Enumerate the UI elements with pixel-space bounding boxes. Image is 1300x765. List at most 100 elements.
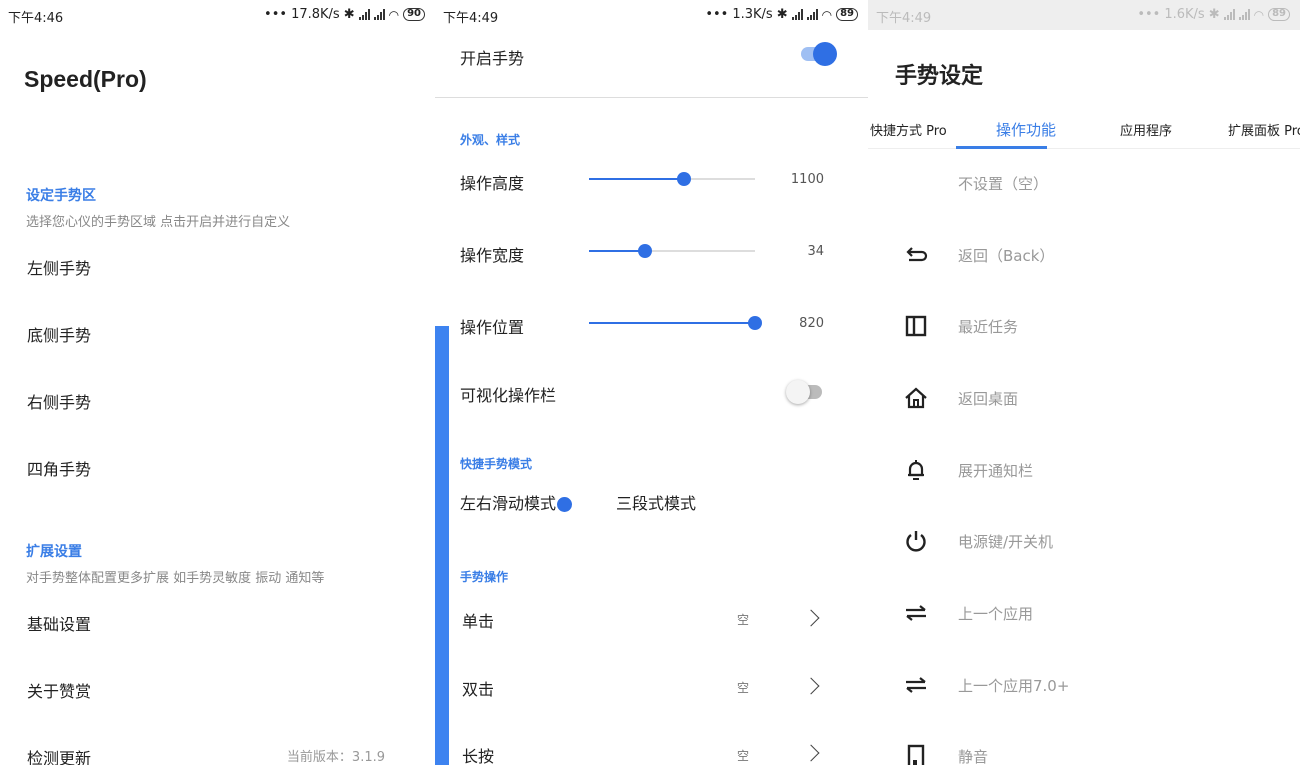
- slider-value-position: 820: [799, 316, 824, 331]
- section-heading-extension: 扩展设置: [26, 544, 82, 560]
- status-speed: 1.3K/s: [732, 7, 773, 22]
- position-slider[interactable]: [589, 316, 762, 330]
- action-label: 静音: [958, 748, 989, 765]
- switch-app-icon: [906, 677, 926, 693]
- status-speed: 17.8K/s: [291, 7, 340, 22]
- visual-bar-label: 可视化操作栏: [460, 386, 557, 405]
- signal-icon: [791, 9, 803, 20]
- action-label: 上一个应用: [958, 605, 1034, 623]
- action-item-previous-app[interactable]: 上一个应用: [868, 593, 1300, 633]
- action-label: 电源键/开关机: [958, 533, 1054, 551]
- menu-item-left-gesture[interactable]: 左侧手势: [27, 255, 91, 279]
- action-item-previous-app-7[interactable]: 上一个应用7.0+: [868, 665, 1300, 705]
- scroll-indicator[interactable]: [435, 326, 449, 765]
- wifi-icon: ◠: [388, 7, 400, 22]
- action-label: 返回（Back）: [958, 247, 1055, 265]
- recents-icon: [905, 315, 927, 337]
- status-bar: 下午4:49 ••• 1.6K/s ✱ ◠ 89: [868, 0, 1300, 30]
- slider-label-height: 操作高度: [460, 174, 525, 193]
- status-speed: 1.6K/s: [1164, 7, 1205, 22]
- section-heading-operations: 手势操作: [460, 570, 509, 584]
- status-time: 下午4:49: [876, 11, 932, 26]
- section-heading-gesture-area: 设定手势区: [26, 188, 96, 204]
- status-bar: 下午4:46 ••• 17.8K/s ✱ ◠ 90: [0, 0, 435, 30]
- tab-applications[interactable]: 应用程序: [1120, 120, 1172, 139]
- status-dots: •••: [264, 7, 288, 22]
- action-item-none[interactable]: 不设置（空）: [868, 163, 1300, 203]
- action-item-power[interactable]: 电源键/开关机: [868, 521, 1300, 561]
- chevron-right-icon: [802, 677, 820, 695]
- panel-gesture-actions: 下午4:49 ••• 1.6K/s ✱ ◠ 89 手势设定 快捷方式 Pro 操…: [868, 0, 1300, 765]
- battery-icon: 89: [1268, 8, 1290, 21]
- status-time: 下午4:49: [443, 11, 499, 26]
- operation-value: 空: [737, 613, 750, 627]
- width-slider[interactable]: [589, 244, 755, 258]
- status-time: 下午4:46: [8, 11, 64, 26]
- page-title: 手势设定: [895, 64, 984, 89]
- active-tab-indicator: [956, 146, 1047, 149]
- signal-icon: [806, 9, 818, 20]
- section-subtitle-extension: 对手势整体配置更多扩展 如手势灵敏度 振动 通知等: [26, 571, 325, 586]
- menu-item-right-gesture[interactable]: 右侧手势: [27, 389, 91, 413]
- back-icon: [906, 247, 928, 262]
- status-dots: •••: [705, 7, 729, 22]
- menu-item-check-update[interactable]: 检测更新: [27, 745, 91, 765]
- operation-label: 单击: [462, 612, 495, 631]
- slider-knob[interactable]: [676, 172, 691, 186]
- action-label: 不设置（空）: [958, 175, 1049, 193]
- home-icon: [905, 387, 927, 409]
- bluetooth-icon: ✱: [776, 7, 788, 22]
- signal-icon: [1223, 9, 1235, 20]
- tab-shortcuts-pro[interactable]: 快捷方式 Pro: [870, 120, 947, 139]
- enable-gesture-label: 开启手势: [460, 49, 525, 68]
- chevron-right-icon: [802, 744, 820, 762]
- wifi-icon: ◠: [1253, 7, 1265, 22]
- bell-icon: [908, 460, 924, 480]
- slider-value-width: 34: [807, 244, 824, 259]
- panel-home: 下午4:46 ••• 17.8K/s ✱ ◠ 90 Speed(Pro) 设定手…: [0, 0, 435, 765]
- menu-item-about[interactable]: 关于赞赏: [27, 678, 91, 702]
- signal-icon: [1238, 9, 1250, 20]
- status-bar: 下午4:49 ••• 1.3K/s ✱ ◠ 89: [435, 0, 868, 30]
- tab-operations[interactable]: 操作功能: [996, 119, 1056, 140]
- mode-swipe-left-right[interactable]: 左右滑动模式: [460, 490, 556, 514]
- action-item-recents[interactable]: 最近任务: [868, 306, 1300, 346]
- height-slider[interactable]: [589, 172, 755, 186]
- mode-three-segment[interactable]: 三段式模式: [616, 490, 696, 514]
- battery-icon: 89: [836, 8, 858, 21]
- slider-label-position: 操作位置: [460, 318, 525, 337]
- section-heading-quick-mode: 快捷手势模式: [460, 457, 533, 471]
- mute-icon: [907, 744, 925, 765]
- power-icon: [906, 531, 926, 552]
- mode-selected-indicator: [557, 497, 572, 512]
- slider-label-width: 操作宽度: [460, 246, 525, 265]
- switch-app-icon: [906, 605, 926, 621]
- status-dots: •••: [1137, 7, 1161, 22]
- action-item-notifications[interactable]: 展开通知栏: [868, 450, 1300, 490]
- menu-item-bottom-gesture[interactable]: 底侧手势: [27, 322, 91, 346]
- operation-label: 双击: [462, 680, 495, 699]
- action-item-mute[interactable]: 静音: [868, 736, 1300, 765]
- tab-extension-panel-pro[interactable]: 扩展面板 Pro: [1228, 120, 1300, 139]
- app-title: Speed(Pro): [24, 66, 147, 92]
- section-subtitle-gesture-area: 选择您心仪的手势区域 点击开启并进行自定义: [26, 215, 291, 230]
- action-item-back[interactable]: 返回（Back）: [868, 235, 1300, 275]
- menu-item-basic-settings[interactable]: 基础设置: [27, 611, 91, 635]
- slider-knob[interactable]: [748, 316, 762, 330]
- panel-gesture-settings: 下午4:49 ••• 1.3K/s ✱ ◠ 89 开启手势 外观、样式 操作高度…: [435, 0, 868, 765]
- slider-knob[interactable]: [638, 244, 653, 258]
- operation-label: 长按: [462, 747, 495, 765]
- enable-gesture-toggle[interactable]: [797, 41, 837, 66]
- menu-item-corner-gesture[interactable]: 四角手势: [27, 456, 91, 480]
- section-heading-appearance: 外观、样式: [460, 133, 521, 147]
- divider: [435, 97, 868, 98]
- slider-value-height: 1100: [790, 172, 824, 187]
- wifi-icon: ◠: [821, 7, 833, 22]
- action-label: 返回桌面: [958, 390, 1019, 408]
- action-label: 上一个应用7.0+: [958, 677, 1070, 695]
- operation-value: 空: [737, 681, 750, 695]
- bluetooth-icon: ✱: [1208, 7, 1220, 22]
- action-item-home[interactable]: 返回桌面: [868, 378, 1300, 418]
- visual-bar-toggle[interactable]: [786, 379, 826, 404]
- tab-bar: 快捷方式 Pro 操作功能 应用程序 扩展面板 Pro: [868, 108, 1300, 149]
